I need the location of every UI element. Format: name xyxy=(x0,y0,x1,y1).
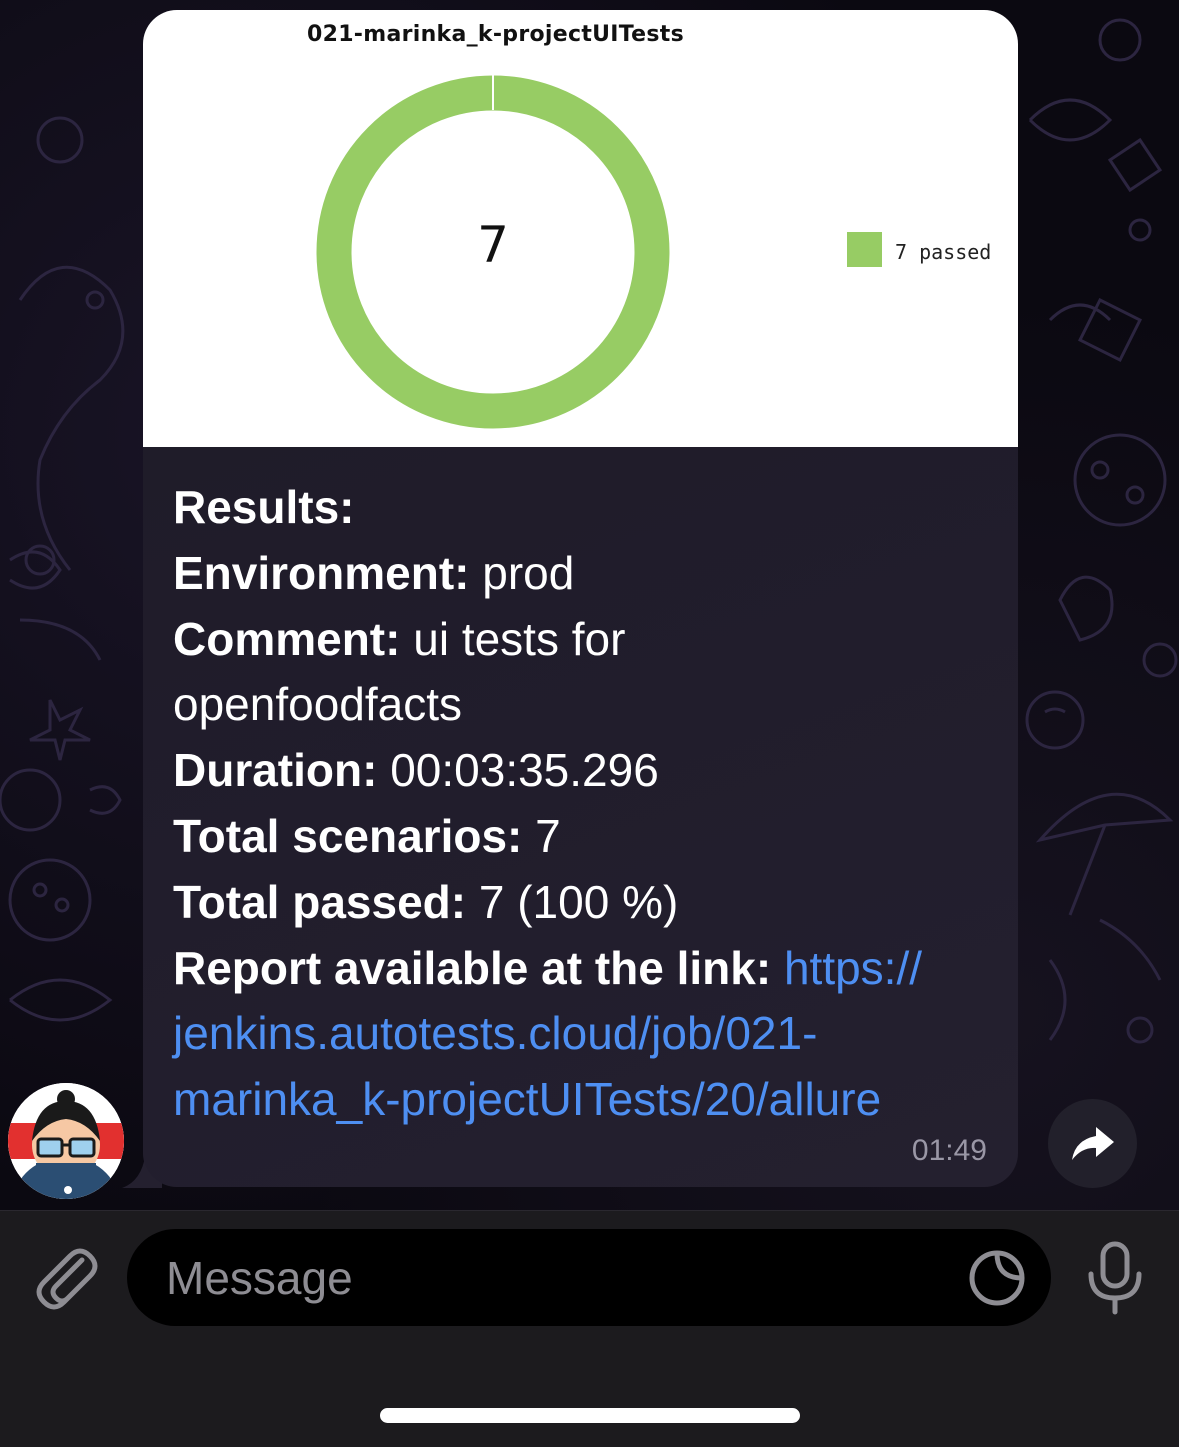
sticker-icon xyxy=(969,1250,1025,1306)
total-passed-label: Total passed: xyxy=(173,875,467,928)
total-scenarios-label: Total scenarios: xyxy=(173,809,523,862)
legend-label-passed: 7 passed xyxy=(895,240,992,264)
chart-title: 021-marinka_k-projectUITests xyxy=(306,22,684,47)
home-indicator[interactable] xyxy=(380,1408,800,1423)
message-placeholder: Message xyxy=(166,1252,353,1304)
comment-label: Comment: xyxy=(173,612,401,665)
message-time: 01:49 xyxy=(911,1134,987,1167)
environment-line: Environment: prod xyxy=(173,541,1003,607)
attach-button[interactable] xyxy=(30,1240,100,1314)
total-scenarios-line: Total scenarios: 7 xyxy=(173,804,1003,870)
donut-center-value: 7 xyxy=(477,216,509,274)
total-scenarios-value: 7 xyxy=(535,809,561,862)
results-label: Results: xyxy=(173,481,355,533)
microphone-button[interactable] xyxy=(1083,1240,1147,1316)
message-text: Results: Environment: prod Comment: ui t… xyxy=(173,475,1003,1133)
microphone-icon xyxy=(1088,1241,1142,1315)
paperclip-icon xyxy=(36,1248,98,1310)
message-input[interactable]: Message xyxy=(127,1229,1051,1326)
chat-screen: 021-marinka_k-projectUITests 7 7 passed … xyxy=(0,0,1179,1447)
results-line: Results: xyxy=(173,475,1003,541)
message-bubble[interactable]: 021-marinka_k-projectUITests 7 7 passed … xyxy=(143,10,1018,1187)
sender-avatar[interactable] xyxy=(8,1083,124,1199)
comment-line-2: openfoodfacts xyxy=(173,672,1003,738)
sticker-button[interactable] xyxy=(967,1248,1027,1308)
comment-value-line2: openfoodfacts xyxy=(173,678,463,731)
share-arrow-icon xyxy=(1072,1127,1114,1160)
duration-value: 00:03:35.296 xyxy=(390,744,659,797)
report-link-part2[interactable]: jenkins.autotests.cloud/job/021- xyxy=(173,1007,817,1059)
report-link-line-2: jenkins.autotests.cloud/job/021- xyxy=(173,1001,1003,1067)
report-label: Report available at the link: xyxy=(173,941,772,994)
duration-label: Duration: xyxy=(173,744,378,797)
environment-label: Environment: xyxy=(173,546,470,599)
comment-line: Comment: ui tests for xyxy=(173,607,1003,673)
avatar-cartoon-girl-glasses-icon xyxy=(8,1083,124,1199)
duration-line: Duration: 00:03:35.296 xyxy=(173,738,1003,804)
forward-button[interactable] xyxy=(1048,1099,1137,1188)
environment-value: prod xyxy=(482,546,575,599)
report-link-part3[interactable]: marinka_k-projectUITests/20/allure xyxy=(173,1073,881,1125)
total-passed-line: Total passed: 7 (100 %) xyxy=(173,870,1003,936)
legend-swatch-passed xyxy=(847,232,882,267)
report-link-line-3: marinka_k-projectUITests/20/allure xyxy=(173,1067,1003,1133)
report-link-part1[interactable]: https:// xyxy=(784,942,922,994)
report-line: Report available at the link: https:// xyxy=(173,936,1003,1002)
allure-report-chart-image[interactable]: 021-marinka_k-projectUITests 7 7 passed xyxy=(143,10,1018,447)
comment-value-line1: ui tests for xyxy=(413,612,626,665)
total-passed-value: 7 (100 %) xyxy=(478,875,679,928)
